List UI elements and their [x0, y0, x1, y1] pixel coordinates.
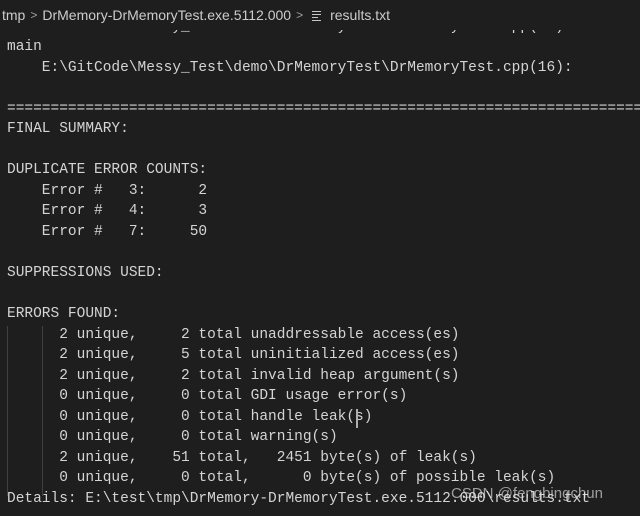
indent-guide [7, 326, 8, 496]
editor-line: DUPLICATE ERROR COUNTS: [7, 162, 208, 178]
editor-line: E:\GitCode\Messy_Test\demo\DrMemoryTest\… [7, 60, 573, 76]
editor-line: 2 unique, 2 total invalid heap argument(… [7, 368, 460, 384]
editor-line: SUPPRESSIONS USED: [7, 265, 164, 281]
editor-line: Error # 4: 3 [7, 203, 208, 219]
breadcrumb-item-folder[interactable]: DrMemory-DrMemoryTest.exe.5112.000 [42, 7, 291, 23]
editor-line: main [7, 39, 42, 55]
text-cursor [356, 409, 358, 428]
chevron-right-icon: > [296, 8, 304, 22]
editor-line: ERRORS FOUND: [7, 306, 121, 322]
breadcrumb: tmp > DrMemory-DrMemoryTest.exe.5112.000… [0, 0, 640, 30]
editor-line: 0 unique, 0 total GDI usage error(s) [7, 388, 408, 404]
indent-guide [42, 326, 43, 496]
breadcrumb-item-tmp[interactable]: tmp [2, 7, 25, 23]
lines-file-icon [312, 10, 322, 21]
watermark: CSDN @fengbingchun [451, 485, 603, 502]
editor-line: ========================================… [7, 101, 640, 117]
editor-line: 2 unique, 51 total, 2451 byte(s) of leak… [7, 450, 477, 466]
chevron-right-icon: > [30, 8, 38, 22]
breadcrumb-item-file[interactable]: results.txt [330, 7, 390, 23]
editor-line: Error # 7: 50 [7, 224, 208, 240]
editor-line: 2 unique, 5 total uninitialized access(e… [7, 347, 460, 363]
editor-line: Error # 3: 2 [7, 183, 208, 199]
editor-line: FINAL SUMMARY: [7, 121, 129, 137]
editor-text-area[interactable]: E:\GitCode\Messy_Test\demo\DrMemoryTest\… [0, 0, 640, 516]
editor-line: 0 unique, 0 total handle leak(s) [7, 409, 373, 425]
editor-line: 2 unique, 2 total unaddressable access(e… [7, 327, 460, 343]
editor-line: 0 unique, 0 total warning(s) [7, 429, 338, 445]
